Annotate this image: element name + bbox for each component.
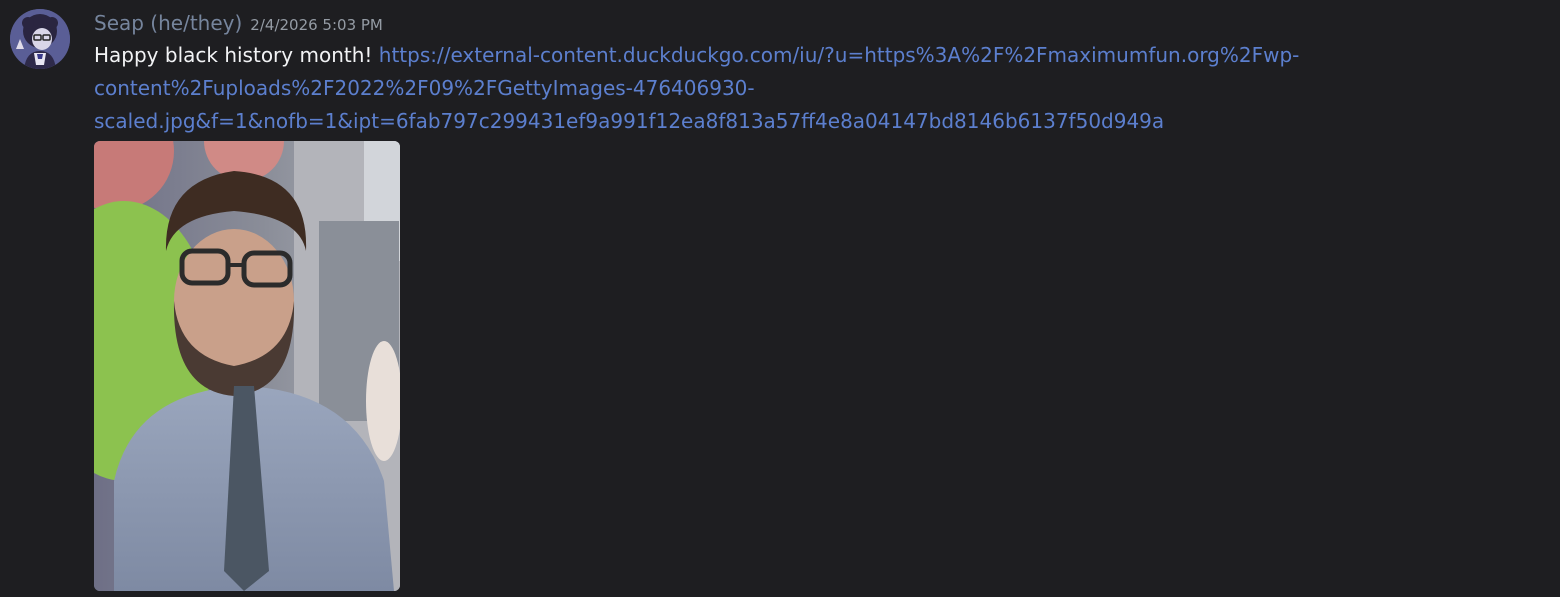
message-header: Seap (he/they) 2/4/2026 5:03 PM [94,9,383,39]
message-text: Happy black history month! [94,43,373,67]
message-link-part-1[interactable]: https://external-content.duckduckgo.com/… [379,43,1300,67]
chat-message: Seap (he/they) 2/4/2026 5:03 PM Happy bla… [0,0,1560,597]
user-avatar[interactable] [10,9,70,69]
message-link-part-2[interactable]: content%2Fuploads%2F2022%2F09%2FGettyIma… [94,76,755,100]
message-content: Happy black history month! https://exter… [94,39,1494,138]
message-link-part-3[interactable]: scaled.jpg&f=1&nofb=1&ipt=6fab797c299431… [94,109,1164,133]
author-name[interactable]: Seap (he/they) [94,11,242,35]
message-timestamp: 2/4/2026 5:03 PM [250,16,383,34]
message-line-1: Happy black history month! https://exter… [94,39,1494,72]
message-line-3: scaled.jpg&f=1&nofb=1&ipt=6fab797c299431… [94,105,1494,138]
image-attachment[interactable] [94,141,400,591]
message-line-2: content%2Fuploads%2F2022%2F09%2FGettyIma… [94,72,1494,105]
